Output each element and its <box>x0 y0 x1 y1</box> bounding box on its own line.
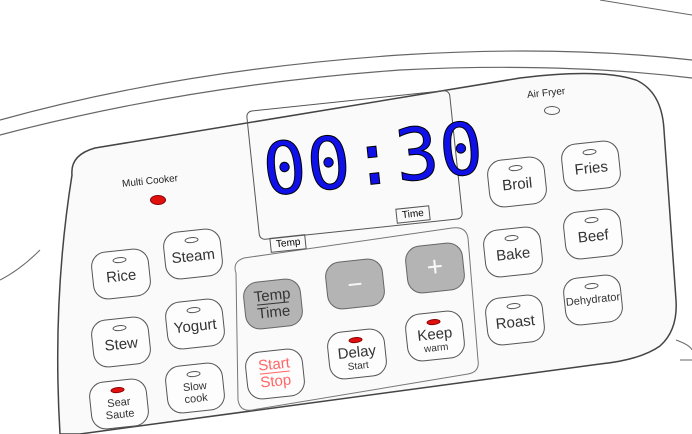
plus-icon: + <box>425 250 445 283</box>
time-display-digits: 00:30 <box>258 105 489 213</box>
yogurt-indicator-light <box>186 306 201 314</box>
beef-button-label: Beef <box>577 226 610 247</box>
beef-indicator-light <box>584 216 599 224</box>
plus-button[interactable]: + <box>403 241 467 295</box>
yogurt-button-label: Yogurt <box>173 315 218 338</box>
fries-indicator-light <box>582 148 597 156</box>
beef-button[interactable]: Beef <box>561 207 625 261</box>
delay-start-button[interactable]: Delay Start <box>325 327 389 381</box>
keep-warm-button[interactable]: Keep warm <box>403 309 467 363</box>
slow-cook-indicator-light <box>186 370 201 378</box>
multi-cooker-indicator-light <box>150 195 166 205</box>
time-display: 00:30 <box>245 89 489 241</box>
slow-cook-button-label: Slow cook <box>166 378 224 408</box>
stew-indicator-light <box>112 324 127 332</box>
dehydrator-button-label: Dehydrator <box>565 291 621 309</box>
broil-button-label: Broil <box>501 174 534 195</box>
roast-indicator-light <box>506 302 521 310</box>
start-stop-button[interactable]: Start Stop <box>243 347 307 401</box>
rice-button[interactable]: Rice <box>89 247 153 301</box>
start-stop-button-label: Start Stop <box>245 353 304 393</box>
sear-label-line2: Saute <box>105 407 136 423</box>
temp-time-line2: Time <box>256 301 292 323</box>
steam-button[interactable]: Steam <box>161 227 225 281</box>
fries-button-label: Fries <box>573 158 609 179</box>
dehydrator-indicator-light <box>584 282 599 290</box>
bake-button[interactable]: Bake <box>481 225 545 279</box>
steam-button-label: Steam <box>170 245 216 268</box>
stew-button-label: Stew <box>103 334 139 355</box>
bake-button-label: Bake <box>495 244 532 265</box>
sear-saute-button-label: Sear Saute <box>90 394 148 424</box>
slow-cook-button[interactable]: Slow cook <box>163 361 227 415</box>
slow-label-line2: cook <box>183 391 209 407</box>
air-fryer-indicator-light <box>544 106 560 115</box>
minus-icon: − <box>345 268 365 300</box>
stew-button[interactable]: Stew <box>89 315 153 369</box>
fries-button[interactable]: Fries <box>559 139 623 193</box>
rice-indicator-light <box>112 256 127 264</box>
broil-indicator-light <box>508 164 523 172</box>
sear-saute-button[interactable]: Sear Saute <box>87 377 151 431</box>
bake-indicator-light <box>504 234 519 242</box>
temp-time-button-label: Temp Time <box>243 284 302 324</box>
rice-button-label: Rice <box>105 266 138 287</box>
broil-button[interactable]: Broil <box>485 155 549 209</box>
steam-indicator-light <box>184 236 199 244</box>
cooker-control-panel: Multi Cooker Air Fryer 00:30 Temp Time R… <box>0 0 692 434</box>
dehydrator-button[interactable]: Dehydrator <box>561 273 625 327</box>
start-stop-line2: Stop <box>259 370 293 392</box>
roast-button[interactable]: Roast <box>483 293 547 347</box>
sear-saute-indicator-light <box>110 386 125 394</box>
temp-time-button[interactable]: Temp Time <box>241 277 305 331</box>
roast-button-label: Roast <box>494 311 536 333</box>
minus-button[interactable]: − <box>323 257 387 311</box>
yogurt-button[interactable]: Yogurt <box>163 297 227 351</box>
